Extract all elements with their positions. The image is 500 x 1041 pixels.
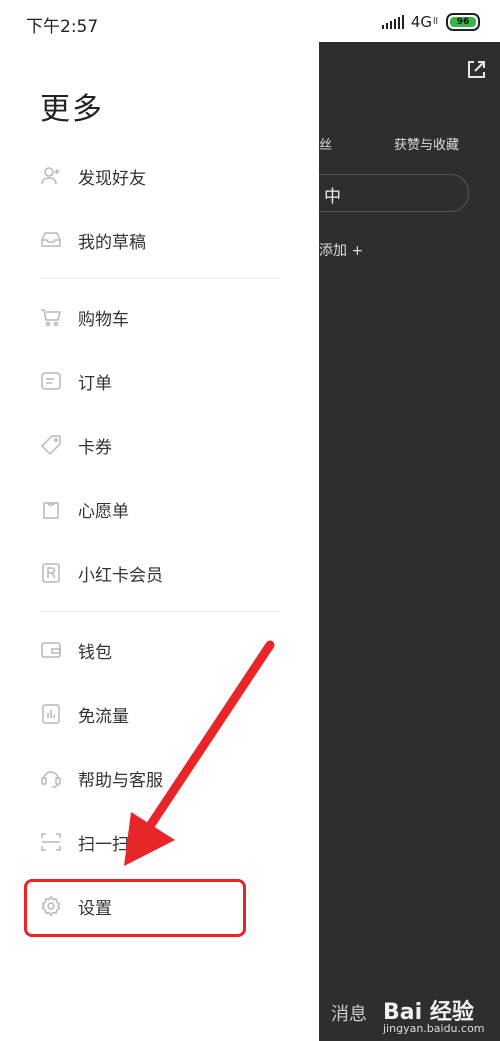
customer-service-icon bbox=[40, 767, 62, 789]
membership-icon bbox=[40, 562, 62, 584]
divider bbox=[40, 611, 280, 612]
wallet-icon bbox=[40, 639, 62, 661]
edit-profile-pill: 中 bbox=[319, 174, 469, 212]
order-icon bbox=[40, 370, 62, 392]
background-profile-page: 丝 获赞与收藏 中 添加 + 消息 Bai 经验 jingyan.baidu.c… bbox=[319, 42, 500, 1041]
tab-messages: 消息 bbox=[331, 1004, 367, 1025]
wishlist-icon bbox=[40, 498, 62, 520]
coupon-icon bbox=[40, 434, 62, 456]
share-icon bbox=[468, 61, 485, 78]
drafts-icon bbox=[40, 229, 62, 251]
menu-item-coupons[interactable]: 卡券 bbox=[40, 425, 280, 465]
network-activity: ll bbox=[432, 17, 438, 27]
menu-item-wishlist[interactable]: 心愿单 bbox=[40, 489, 280, 529]
status-bar: 下午2:57 4G ll 96 bbox=[0, 0, 500, 42]
network-type: 4G bbox=[410, 13, 432, 31]
add-friend-icon bbox=[40, 165, 62, 187]
menu-item-red-card-membership[interactable]: 小红卡会员 bbox=[40, 553, 280, 593]
menu-item-find-friends[interactable]: 发现好友 bbox=[40, 156, 280, 196]
scan-icon bbox=[40, 831, 62, 853]
menu-item-scan[interactable]: 扫一扫 bbox=[40, 822, 280, 862]
tab-fans-partial: 丝 bbox=[319, 138, 333, 153]
menu-item-help-support[interactable]: 帮助与客服 bbox=[40, 758, 280, 798]
battery-icon: 96 bbox=[446, 13, 480, 31]
menu-item-drafts[interactable]: 我的草稿 bbox=[40, 220, 280, 260]
highlight-box-settings bbox=[24, 879, 246, 937]
status-time: 下午2:57 bbox=[26, 17, 99, 37]
menu-item-free-data[interactable]: 免流量 bbox=[40, 694, 280, 734]
menu-item-orders[interactable]: 订单 bbox=[40, 361, 280, 401]
divider bbox=[40, 278, 280, 279]
add-tag-link: 添加 + bbox=[319, 243, 364, 259]
menu-item-cart[interactable]: 购物车 bbox=[40, 297, 280, 337]
cart-icon bbox=[40, 306, 62, 328]
pill-text: 中 bbox=[324, 187, 341, 207]
page-title: 更多 bbox=[40, 92, 104, 127]
data-free-icon bbox=[40, 703, 62, 725]
status-icons: 4G ll 96 bbox=[381, 13, 480, 31]
tab-likes-collections: 获赞与收藏 bbox=[394, 138, 460, 153]
signal-icon bbox=[381, 15, 404, 29]
menu-item-wallet[interactable]: 钱包 bbox=[40, 630, 280, 670]
battery-level: 96 bbox=[456, 17, 470, 27]
watermark-url: jingyan.baidu.com bbox=[383, 1022, 485, 1035]
